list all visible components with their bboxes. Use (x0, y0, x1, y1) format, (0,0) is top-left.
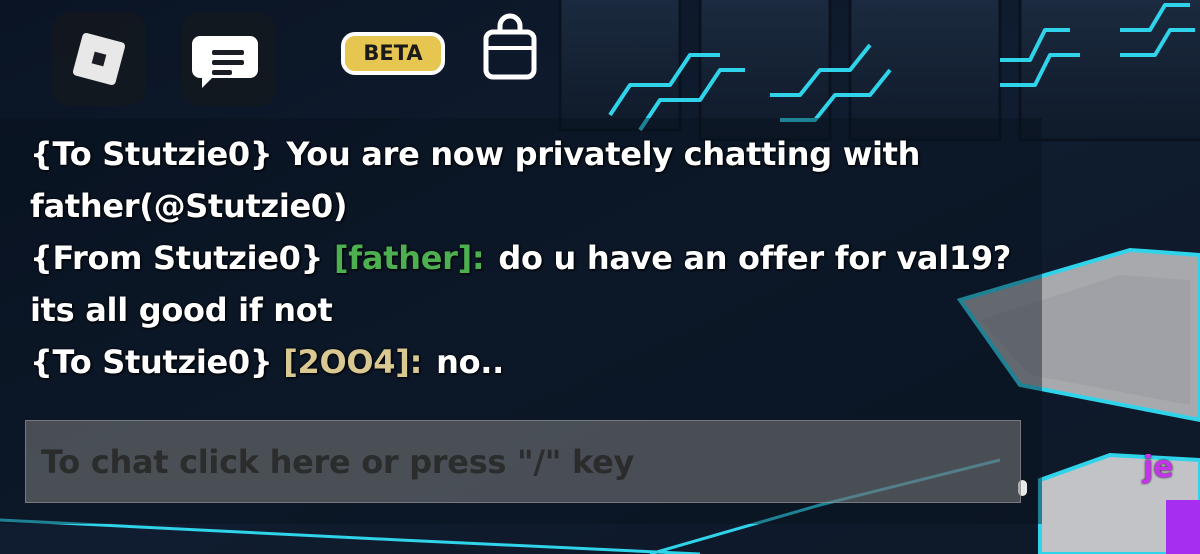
message-sender-name[interactable]: [father]: (334, 239, 485, 277)
chat-message: {To Stutzie0} You are now privately chatt… (30, 128, 1025, 232)
chat-input-field[interactable]: To chat click here or press "/" key (25, 420, 1021, 503)
chat-message: {From Stutzie0} [father]: do u have an of… (30, 232, 1025, 336)
chat-bubble-icon (192, 36, 258, 88)
roblox-menu-button[interactable] (52, 12, 146, 106)
message-channel-prefix: {To Stutzie0} (30, 343, 273, 381)
beta-badge: BETA (341, 32, 445, 75)
message-sender-name[interactable]: [2OO4]: (283, 343, 422, 381)
player-avatar-part (1166, 500, 1200, 554)
message-channel-prefix: {To Stutzie0} (30, 135, 273, 173)
backpack-icon[interactable] (480, 12, 540, 82)
chat-message: {To Stutzie0} [2OO4]: no.. (30, 336, 1025, 388)
chat-toggle-button[interactable] (182, 12, 276, 106)
roblox-logo-icon (72, 32, 126, 86)
player-name-tag: je (1143, 450, 1174, 485)
message-text: no.. (436, 343, 504, 381)
chat-log: {To Stutzie0} You are now privately chatt… (30, 128, 1025, 388)
message-channel-prefix: {From Stutzie0} (30, 239, 324, 277)
